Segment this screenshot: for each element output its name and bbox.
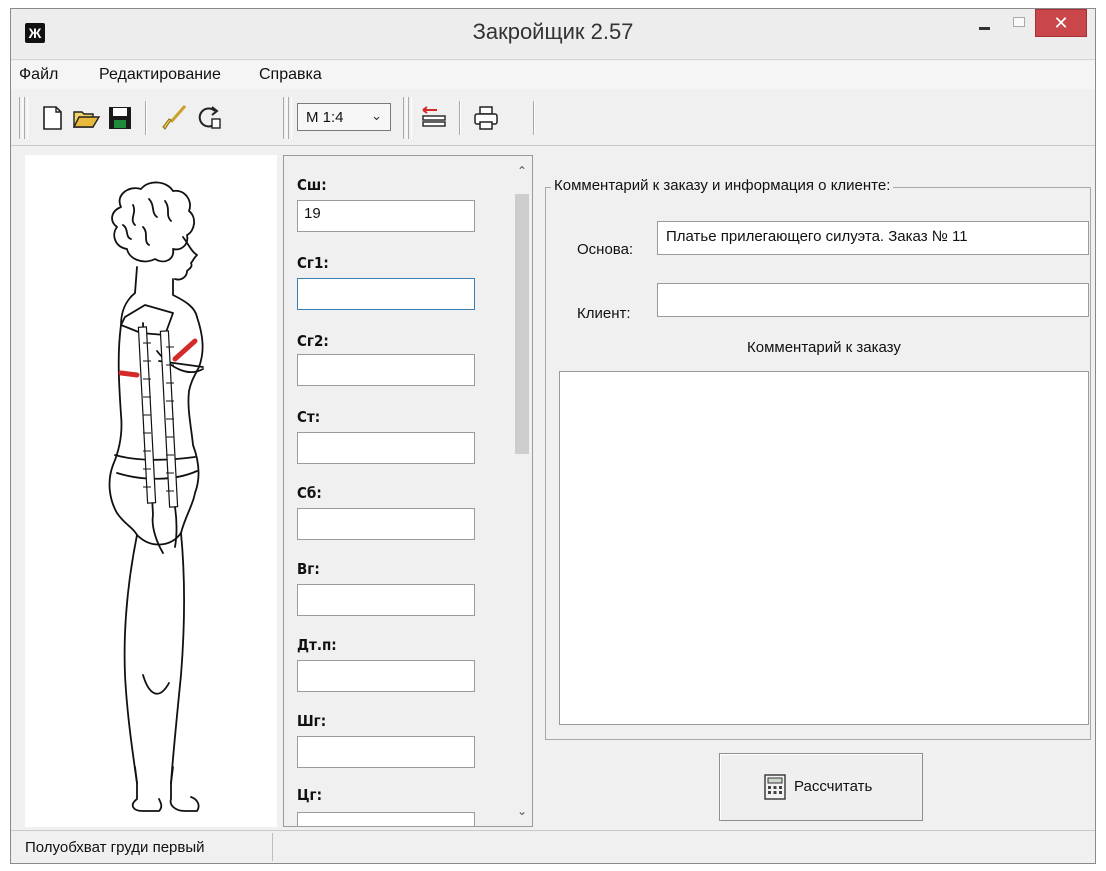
zoom-value: М 1:4 (306, 109, 344, 126)
measure-input-sg2[interactable] (297, 354, 475, 386)
toolbar-grip[interactable] (403, 97, 407, 139)
toolbar-grip[interactable] (283, 97, 287, 139)
toolbar-separator (145, 101, 146, 135)
scroll-up-icon[interactable]: ⌃ (512, 164, 532, 178)
base-input[interactable]: Платье прилегающего силуэта. Заказ № 11 (657, 221, 1089, 255)
title-bar: Ж Закройщик 2.57 ✕ (11, 9, 1095, 60)
zoom-select[interactable]: М 1:4 ⌄ (297, 103, 391, 131)
calculate-button[interactable]: Рассчитать (719, 753, 923, 821)
minimize-button[interactable] (967, 9, 1001, 37)
measure-label: Ст: (297, 408, 321, 426)
app-window: Ж Закройщик 2.57 ✕ Файл Редактирование С… (10, 8, 1096, 864)
measure-input-sg1[interactable] (297, 278, 475, 310)
measure-label: Сш: (297, 176, 327, 194)
close-button[interactable]: ✕ (1035, 9, 1087, 37)
clear-brush-icon[interactable] (159, 103, 189, 133)
menu-help[interactable]: Справка (259, 66, 322, 84)
new-file-icon[interactable] (37, 103, 67, 133)
bust-marker-back (118, 370, 140, 378)
measure-input-st[interactable] (297, 432, 475, 464)
scale-icon[interactable] (419, 103, 449, 133)
maximize-button[interactable] (1003, 9, 1035, 37)
base-label: Основа: (577, 241, 634, 258)
measure-input-tsg[interactable] (297, 812, 475, 826)
toolbar-separator (459, 101, 460, 135)
status-text: Полуобхват груди первый (13, 833, 273, 861)
comment-caption: Комментарий к заказу (747, 339, 901, 356)
scroll-down-icon[interactable]: ⌄ (512, 804, 532, 818)
vertical-scrollbar[interactable]: ⌃ ⌄ (512, 156, 532, 826)
measure-label: Сг1: (297, 254, 329, 272)
window-title: Закройщик 2.57 (472, 19, 634, 44)
menu-edit[interactable]: Редактирование (99, 66, 221, 84)
calculate-label: Рассчитать (794, 778, 873, 795)
measure-input-shg[interactable] (297, 736, 475, 768)
save-icon[interactable] (105, 103, 135, 133)
menu-bar: Файл Редактирование Справка (11, 61, 1095, 89)
comment-textarea[interactable] (559, 371, 1089, 725)
measure-input-sb[interactable] (297, 508, 475, 540)
open-folder-icon[interactable] (71, 103, 101, 133)
toolbar-grip[interactable] (24, 97, 28, 139)
client-input[interactable] (657, 283, 1089, 317)
measure-label: Шг: (297, 712, 327, 730)
measure-label: Дт.п: (297, 636, 337, 654)
calculator-icon (764, 774, 786, 805)
toolbar-separator (533, 101, 534, 135)
measure-input-vg[interactable] (297, 584, 475, 616)
measure-label: Вг: (297, 560, 320, 578)
menu-file[interactable]: Файл (19, 66, 58, 84)
toolbar-grip[interactable] (288, 97, 292, 139)
measure-input-ssh[interactable]: 19 (297, 200, 475, 232)
refresh-icon[interactable] (195, 103, 225, 133)
client-label: Клиент: (577, 305, 631, 322)
bust-marker (172, 338, 198, 362)
print-icon[interactable] (471, 103, 501, 133)
order-info-title: Комментарий к заказу и информация о клие… (551, 177, 894, 194)
figure-panel (25, 155, 277, 827)
scroll-thumb[interactable] (515, 194, 529, 454)
toolbar-grip[interactable] (19, 97, 23, 139)
measure-label: Сг2: (297, 332, 329, 350)
measure-input-dtp[interactable] (297, 660, 475, 692)
measurements-panel: Сш: 19 Сг1: Сг2: Ст: Сб: Вг: Дт.п: Шг: Ц… (283, 155, 533, 827)
toolbar: М 1:4 ⌄ (11, 91, 1095, 146)
chevron-down-icon: ⌄ (371, 108, 382, 123)
body-figure-illustration (108, 181, 204, 812)
status-bar: Полуобхват груди первый (11, 830, 1095, 863)
toolbar-grip[interactable] (408, 97, 412, 139)
measuring-tape-icon (137, 326, 179, 508)
measure-label: Сб: (297, 484, 322, 502)
measure-label: Цг: (297, 786, 322, 804)
